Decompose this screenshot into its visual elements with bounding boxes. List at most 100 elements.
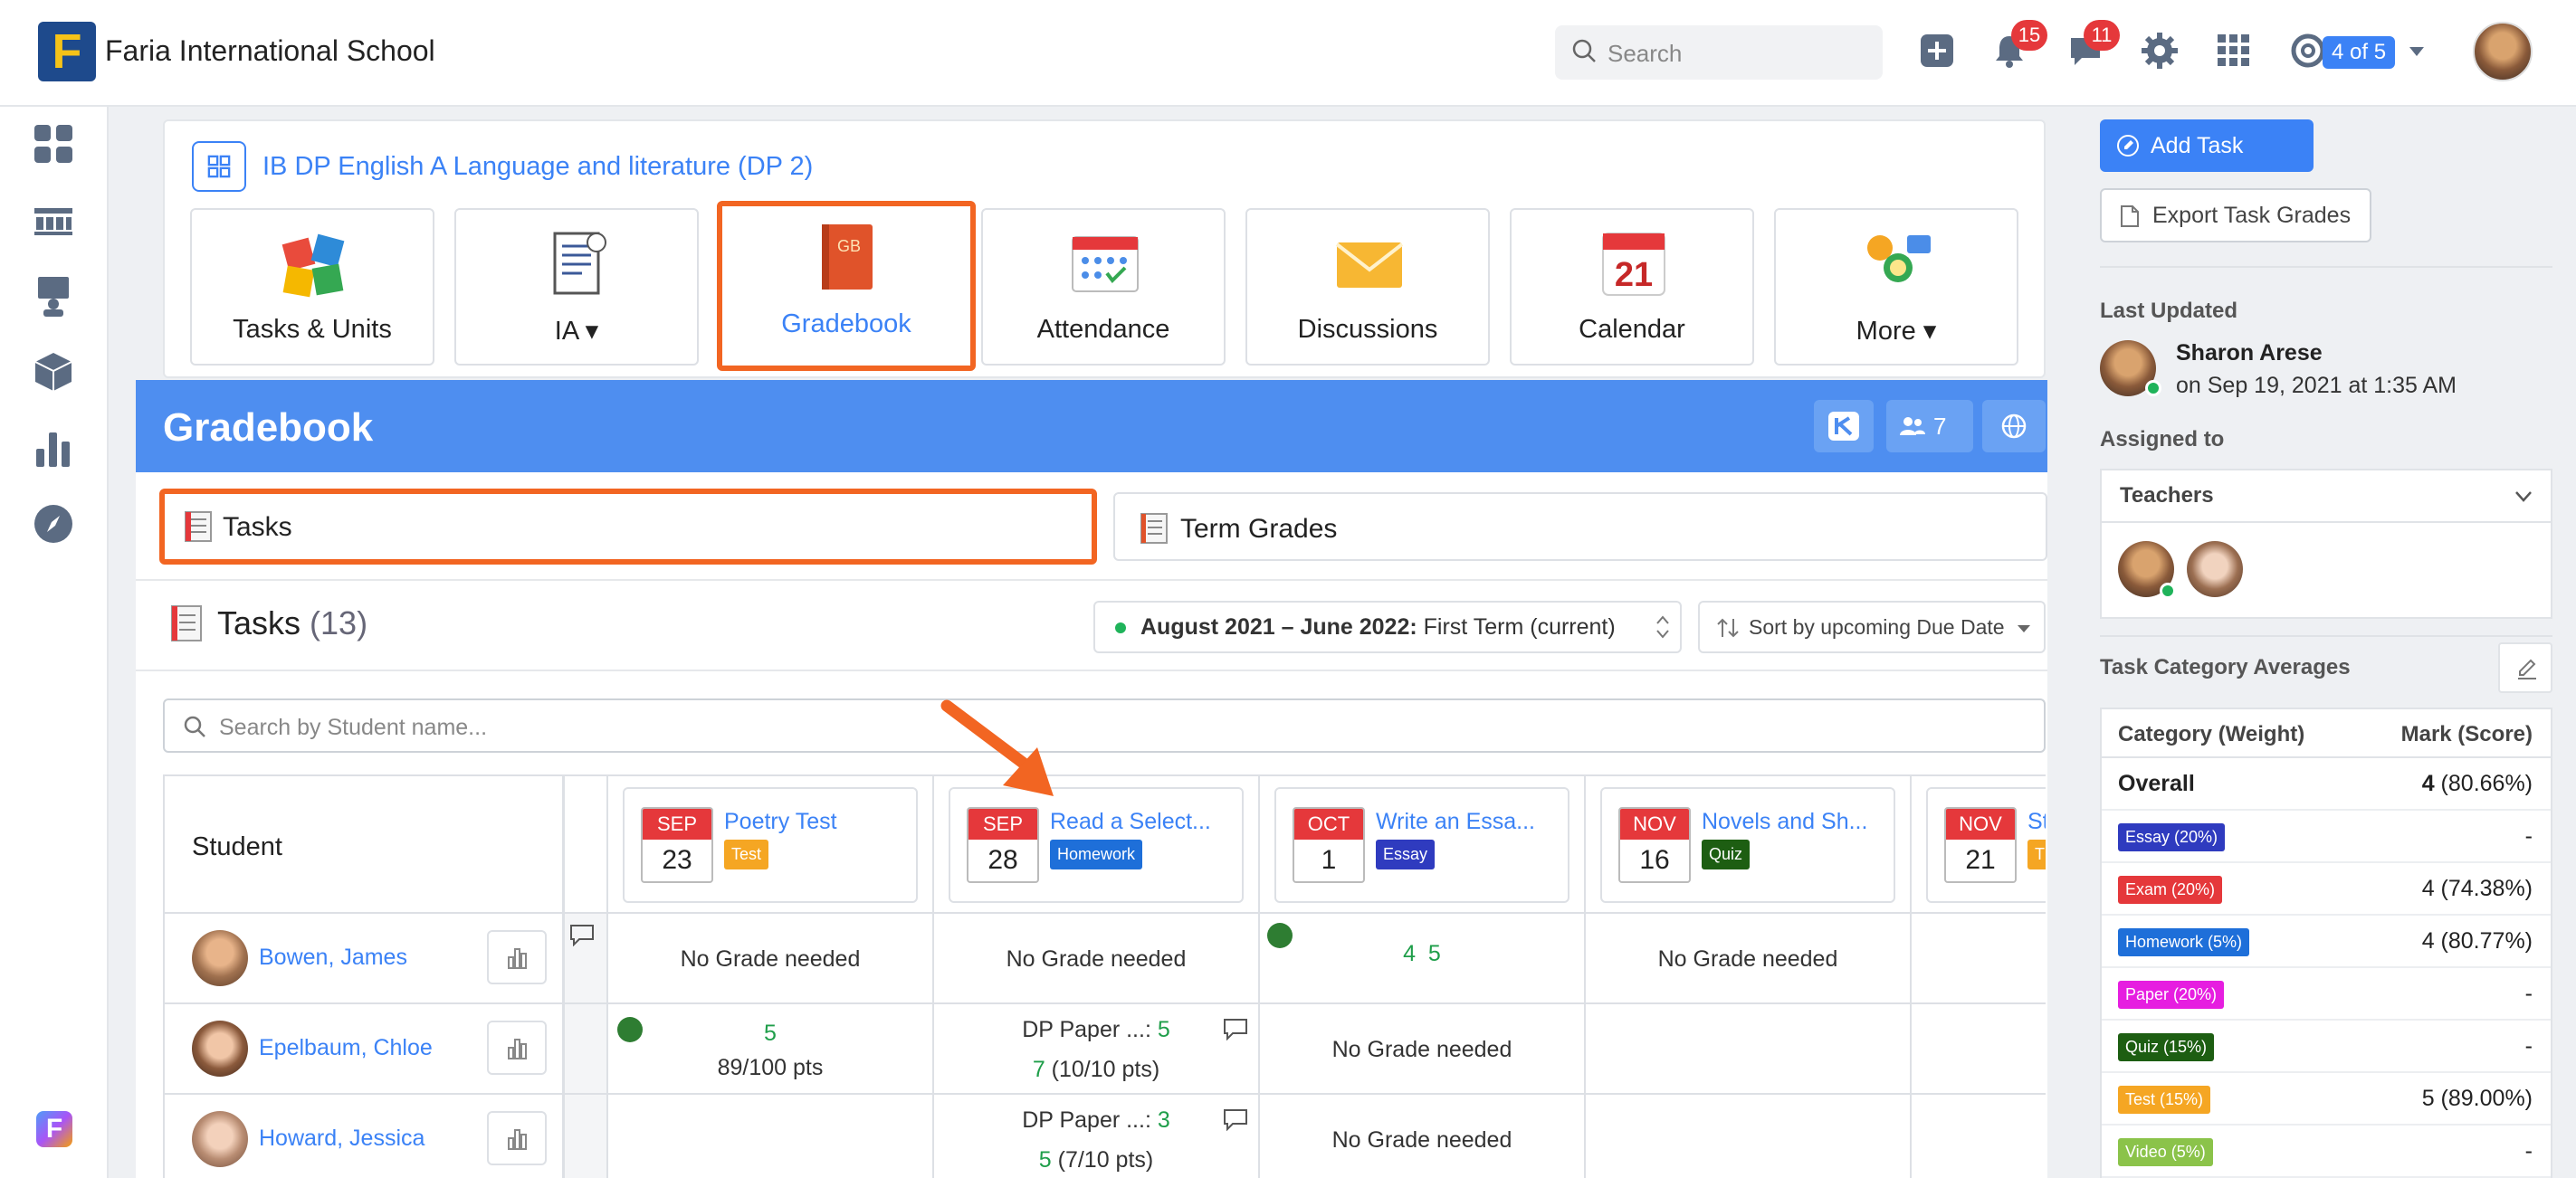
tile-label: IA ▾ bbox=[554, 317, 599, 346]
overall-row: Overall 4 (80.66%) bbox=[2102, 758, 2551, 811]
add-icon[interactable] bbox=[1917, 31, 1957, 71]
task-card[interactable]: SEP 23 Poetry Test Test bbox=[623, 787, 918, 903]
due-date: SEP 23 bbox=[641, 807, 713, 883]
category-badge: Essay bbox=[1376, 840, 1436, 869]
document-icon bbox=[553, 232, 606, 295]
task-name[interactable]: Novels and Sh... bbox=[1702, 809, 1867, 835]
avatar[interactable] bbox=[2187, 541, 2243, 597]
task-card[interactable]: NOV 16 Novels and Sh... Quiz bbox=[1600, 787, 1895, 903]
student-chart-button[interactable] bbox=[487, 930, 547, 984]
envelope-icon bbox=[1335, 242, 1404, 288]
student-column-header: Student bbox=[165, 776, 565, 914]
grade-cell[interactable]: No Grade needed bbox=[1260, 1004, 1586, 1095]
comment-icon[interactable] bbox=[568, 923, 596, 946]
teacher-icon[interactable] bbox=[33, 275, 74, 317]
task-card[interactable]: OCT 1 Write an Essa... Essay bbox=[1274, 787, 1569, 903]
class-title[interactable]: IB DP English A Language and literature … bbox=[262, 152, 813, 182]
due-date: SEP 28 bbox=[967, 807, 1039, 883]
task-name[interactable]: St bbox=[2027, 809, 2046, 835]
comment-icon[interactable] bbox=[1222, 1107, 1249, 1131]
grade-cell[interactable] bbox=[1912, 914, 2046, 1004]
user-avatar[interactable] bbox=[2473, 22, 2533, 81]
student-row: Bowen, James bbox=[165, 914, 565, 1004]
right-panel: Add Task Export Task Grades Last Updated… bbox=[2073, 107, 2576, 1178]
role-switcher[interactable]: 4 of 5 bbox=[2323, 36, 2396, 69]
chevron-down-icon[interactable] bbox=[2408, 45, 2426, 58]
tile-more[interactable]: More ▾ bbox=[1774, 208, 2018, 366]
annotation-arrow bbox=[940, 699, 1054, 796]
class-grid-icon[interactable] bbox=[192, 141, 246, 192]
category-badge: Homework bbox=[1050, 840, 1143, 869]
task-name[interactable]: Write an Essa... bbox=[1376, 809, 1535, 835]
task-name[interactable]: Poetry Test bbox=[724, 809, 837, 835]
global-search-input[interactable]: Search bbox=[1555, 25, 1883, 80]
grade-cell[interactable] bbox=[1586, 1004, 1912, 1095]
faria-logo-icon[interactable]: F bbox=[36, 1111, 72, 1147]
category-pill: Video (5%) bbox=[2118, 1138, 2213, 1166]
search-placeholder: Search bbox=[1608, 40, 1683, 67]
student-chart-button[interactable] bbox=[487, 1111, 547, 1165]
grade-cell[interactable]: No Grade needed bbox=[608, 914, 934, 1004]
tile-gradebook[interactable]: GB Gradebook bbox=[717, 201, 976, 371]
gradebook-icon: GB bbox=[822, 224, 873, 290]
students-count-button[interactable]: 7 bbox=[1886, 400, 1973, 452]
globe-button[interactable] bbox=[1982, 400, 2046, 452]
grade-cell[interactable]: No Grade needed bbox=[1260, 1095, 1586, 1178]
grade-cell[interactable] bbox=[565, 914, 608, 1004]
puzzle-icon bbox=[281, 233, 345, 298]
student-name[interactable]: Epelbaum, Chloe bbox=[259, 1035, 433, 1061]
gear-icon[interactable] bbox=[2140, 31, 2180, 71]
tab-term-grades-label: Term Grades bbox=[1180, 514, 1338, 544]
student-name[interactable]: Bowen, James bbox=[259, 945, 407, 971]
grade-cell[interactable] bbox=[1912, 1095, 2046, 1178]
tile-ia[interactable]: IA ▾ bbox=[454, 208, 699, 366]
grade-cell[interactable] bbox=[608, 1095, 934, 1178]
tab-tasks[interactable]: Tasks bbox=[159, 489, 1097, 565]
category-mark: 4 (80.77%) bbox=[2421, 928, 2533, 954]
term-select[interactable]: August 2021 – June 2022: First Term (cur… bbox=[1093, 601, 1682, 653]
col-mark: Mark (Score) bbox=[2400, 722, 2533, 746]
teachers-toggle[interactable]: Teachers bbox=[2102, 470, 2551, 523]
student-name[interactable]: Howard, Jessica bbox=[259, 1126, 425, 1152]
student-search-input[interactable]: Search by Student name... bbox=[163, 698, 2046, 753]
cube-icon[interactable] bbox=[33, 351, 74, 393]
category-row: Video (5%) - bbox=[2102, 1126, 2551, 1178]
category-pill: Paper (20%) bbox=[2118, 981, 2225, 1009]
tile-calendar[interactable]: 21 Calendar bbox=[1510, 208, 1754, 366]
edit-averages-button[interactable] bbox=[2498, 642, 2552, 693]
sort-select[interactable]: Sort by upcoming Due Date bbox=[1698, 601, 2046, 653]
bar-chart-icon[interactable] bbox=[33, 427, 74, 469]
people-icon bbox=[1900, 417, 1925, 435]
grade-cell[interactable]: DP Paper ...: 3 5 (7/10 pts) bbox=[934, 1095, 1260, 1178]
tile-discussions[interactable]: Discussions bbox=[1245, 208, 1490, 366]
category-pill: Exam (20%) bbox=[2118, 876, 2223, 904]
grade-cell[interactable]: 5 89/100 pts bbox=[608, 1004, 934, 1095]
grade-cell[interactable]: No Grade needed bbox=[934, 914, 1260, 1004]
dashboard-icon[interactable] bbox=[33, 123, 74, 165]
comment-icon[interactable] bbox=[1222, 1017, 1249, 1040]
compass-icon[interactable] bbox=[33, 503, 74, 545]
gradebook-header: Gradebook 7 bbox=[136, 380, 2047, 472]
apps-grid-icon[interactable] bbox=[2214, 31, 2254, 71]
add-task-button[interactable]: Add Task bbox=[2100, 119, 2314, 172]
tile-attendance[interactable]: Attendance bbox=[981, 208, 1226, 366]
tab-term-grades[interactable]: Term Grades bbox=[1113, 492, 2047, 561]
category-row: Essay (20%) - bbox=[2102, 811, 2551, 863]
kognity-button[interactable] bbox=[1814, 400, 1874, 452]
classes-icon[interactable] bbox=[33, 199, 74, 241]
grade-cell[interactable]: 4 5 bbox=[1260, 914, 1586, 1004]
grade-cell[interactable]: DP Paper ...: 5 7 (10/10 pts) bbox=[934, 1004, 1260, 1095]
student-chart-button[interactable] bbox=[487, 1021, 547, 1075]
grade-cell[interactable] bbox=[1912, 1004, 2046, 1095]
tile-tasks-units[interactable]: Tasks & Units bbox=[190, 208, 434, 366]
school-logo[interactable]: F bbox=[38, 22, 96, 81]
export-task-grades-button[interactable]: Export Task Grades bbox=[2100, 188, 2371, 242]
grade-cell[interactable] bbox=[565, 1004, 608, 1095]
grade-cell[interactable] bbox=[565, 1095, 608, 1178]
tile-label: Discussions bbox=[1297, 315, 1438, 344]
task-name[interactable]: Read a Select... bbox=[1050, 809, 1211, 835]
grade-cell[interactable]: No Grade needed bbox=[1586, 914, 1912, 1004]
grade-cell[interactable] bbox=[1586, 1095, 1912, 1178]
school-name[interactable]: Faria International School bbox=[105, 34, 435, 68]
task-card[interactable]: NOV21 St T bbox=[1926, 787, 2046, 903]
